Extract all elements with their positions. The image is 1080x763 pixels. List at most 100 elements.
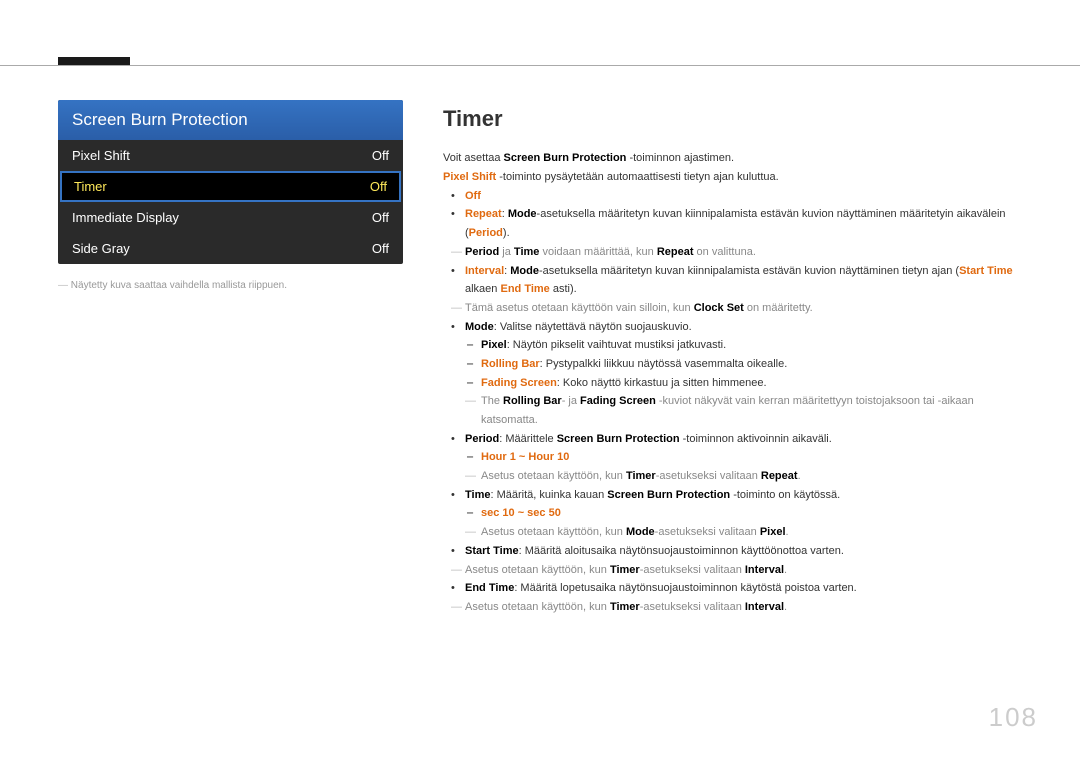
text: - ja bbox=[562, 395, 580, 407]
text: -asetuksella määritetyn kuvan kiinnipala… bbox=[465, 208, 1006, 239]
bold-text: Screen Burn Protection bbox=[557, 433, 680, 445]
bold-text: Mode bbox=[465, 321, 494, 333]
text: Asetus otetaan käyttöön, kun bbox=[481, 526, 626, 538]
bold-text: Period bbox=[465, 246, 499, 258]
intro-line-2: Pixel Shift -toiminto pysäytetään automa… bbox=[443, 168, 1022, 187]
bold-text: Pixel bbox=[760, 526, 786, 538]
bold-text: Pixel bbox=[481, 339, 507, 351]
menu-footnote: Näytetty kuva saattaa vaihdella mallista… bbox=[58, 280, 403, 291]
text: : Määritä aloitusaika näytönsuojaustoimi… bbox=[519, 545, 844, 557]
text: . bbox=[798, 470, 801, 482]
accent-text: Pixel Shift bbox=[443, 171, 496, 183]
bold-text: Period bbox=[465, 433, 499, 445]
accent-text: Period bbox=[469, 227, 503, 239]
sub-period-range: Hour 1 ~ Hour 10 bbox=[443, 448, 1022, 467]
text: alkaen bbox=[465, 283, 500, 295]
bold-text: Repeat bbox=[761, 470, 798, 482]
text: on määritetty. bbox=[744, 302, 813, 314]
bullet-mode: Mode: Valitse näytettävä näytön suojausk… bbox=[443, 318, 1022, 337]
bold-text: Fading Screen bbox=[580, 395, 656, 407]
text: -toiminnon ajastimen. bbox=[626, 152, 734, 164]
accent-text: Repeat bbox=[465, 208, 502, 220]
text: . bbox=[784, 601, 787, 613]
header-divider bbox=[0, 65, 1080, 66]
accent-text: End Time bbox=[500, 283, 549, 295]
bold-text: Interval bbox=[745, 601, 784, 613]
text: Voit asettaa bbox=[443, 152, 504, 164]
sub-time-range: sec 10 ~ sec 50 bbox=[443, 504, 1022, 523]
accent-text: Fading Screen bbox=[481, 377, 557, 389]
menu-row-value: Off bbox=[370, 179, 387, 194]
menu-row-value: Off bbox=[372, 241, 389, 256]
intro-line-1: Voit asettaa Screen Burn Protection -toi… bbox=[443, 149, 1022, 168]
bold-text: Time bbox=[514, 246, 539, 258]
bold-text: Repeat bbox=[657, 246, 694, 258]
bold-text: End Time bbox=[465, 582, 514, 594]
bold-text: Clock Set bbox=[694, 302, 744, 314]
right-column: Timer Voit asettaa Screen Burn Protectio… bbox=[443, 100, 1022, 617]
text: : Pystypalkki liikkuu näytössä vasemmalt… bbox=[540, 358, 788, 370]
left-column: Screen Burn Protection Pixel Shift Off T… bbox=[58, 100, 403, 617]
bold-text: Mode bbox=[508, 208, 537, 220]
note-start-time: Asetus otetaan käyttöön, kun Timer-asetu… bbox=[443, 561, 1022, 580]
text: Tämä asetus otetaan käyttöön vain silloi… bbox=[465, 302, 694, 314]
bold-text: Time bbox=[465, 489, 490, 501]
page-content: Screen Burn Protection Pixel Shift Off T… bbox=[58, 100, 1022, 617]
text: : Määrittele bbox=[499, 433, 556, 445]
bullet-interval: Interval: Mode-asetuksella määritetyn ku… bbox=[443, 262, 1022, 299]
text: -asetuksella määritetyn kuvan kiinnipala… bbox=[539, 265, 959, 277]
text: -toiminto pysäytetään automaattisesti ti… bbox=[496, 171, 779, 183]
section-title: Timer bbox=[443, 100, 1022, 137]
bold-text: Timer bbox=[626, 470, 656, 482]
accent-text: sec 10 ~ sec 50 bbox=[481, 507, 561, 519]
text: : Koko näyttö kirkastuu ja sitten himmen… bbox=[557, 377, 767, 389]
text: . bbox=[786, 526, 789, 538]
text: : Näytön pikselit vaihtuvat mustiksi jat… bbox=[507, 339, 726, 351]
bullet-period: Period: Määrittele Screen Burn Protectio… bbox=[443, 430, 1022, 449]
menu-row-side-gray[interactable]: Side Gray Off bbox=[58, 233, 403, 264]
menu-row-label: Side Gray bbox=[72, 241, 130, 256]
menu-row-value: Off bbox=[372, 148, 389, 163]
text: Asetus otetaan käyttöön, kun bbox=[465, 564, 610, 576]
note-period: Asetus otetaan käyttöön, kun Timer-asetu… bbox=[443, 467, 1022, 486]
page-number: 108 bbox=[989, 702, 1038, 733]
menu-row-label: Timer bbox=[74, 179, 107, 194]
menu-row-value: Off bbox=[372, 210, 389, 225]
bullet-off: Off bbox=[443, 187, 1022, 206]
accent-text: Start Time bbox=[959, 265, 1013, 277]
text: Asetus otetaan käyttöön, kun bbox=[465, 601, 610, 613]
menu-row-pixel-shift[interactable]: Pixel Shift Off bbox=[58, 140, 403, 171]
text: on valittuna. bbox=[694, 246, 756, 258]
text: : Määritä, kuinka kauan bbox=[490, 489, 607, 501]
note-time: Asetus otetaan käyttöön, kun Mode-asetuk… bbox=[443, 523, 1022, 542]
menu-row-label: Pixel Shift bbox=[72, 148, 130, 163]
osd-menu: Screen Burn Protection Pixel Shift Off T… bbox=[58, 100, 403, 264]
text: -asetukseksi valitaan bbox=[655, 526, 760, 538]
sub-fading-screen: Fading Screen: Koko näyttö kirkastuu ja … bbox=[443, 374, 1022, 393]
menu-row-timer[interactable]: Timer Off bbox=[60, 171, 401, 202]
bullet-repeat: Repeat: Mode-asetuksella määritetyn kuva… bbox=[443, 205, 1022, 242]
bold-text: Start Time bbox=[465, 545, 519, 557]
menu-row-immediate-display[interactable]: Immediate Display Off bbox=[58, 202, 403, 233]
bold-text: Interval bbox=[745, 564, 784, 576]
bold-text: Timer bbox=[610, 564, 640, 576]
accent-text: Rolling Bar bbox=[481, 358, 540, 370]
text: . bbox=[784, 564, 787, 576]
text: -toiminto on käytössä. bbox=[730, 489, 840, 501]
note-end-time: Asetus otetaan käyttöön, kun Timer-asetu… bbox=[443, 598, 1022, 617]
text: -asetukseksi valitaan bbox=[640, 564, 745, 576]
bold-text: Mode bbox=[510, 265, 539, 277]
bold-text: Screen Burn Protection bbox=[607, 489, 730, 501]
sub-rolling-bar: Rolling Bar: Pystypalkki liikkuu näytöss… bbox=[443, 355, 1022, 374]
accent-text: Interval bbox=[465, 265, 504, 277]
text: -asetukseksi valitaan bbox=[656, 470, 761, 482]
accent-text: Hour 1 ~ Hour 10 bbox=[481, 451, 569, 463]
note-repeat: Period ja Time voidaan määrittää, kun Re… bbox=[443, 243, 1022, 262]
accent-text: Off bbox=[465, 190, 481, 202]
menu-title: Screen Burn Protection bbox=[58, 100, 403, 140]
bullet-list: Off Repeat: Mode-asetuksella määritetyn … bbox=[443, 187, 1022, 617]
text: asti). bbox=[550, 283, 577, 295]
bullet-time: Time: Määritä, kuinka kauan Screen Burn … bbox=[443, 486, 1022, 505]
text: -asetukseksi valitaan bbox=[640, 601, 745, 613]
bold-text: Timer bbox=[610, 601, 640, 613]
